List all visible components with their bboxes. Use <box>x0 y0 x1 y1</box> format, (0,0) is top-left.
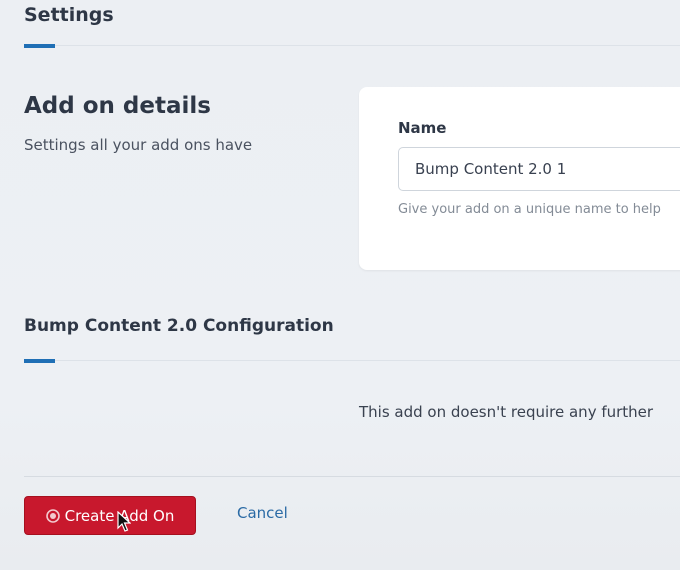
active-tab-indicator <box>24 44 55 48</box>
details-subtitle: Settings all your add ons have <box>24 136 253 154</box>
name-input[interactable] <box>398 147 680 191</box>
divider <box>24 45 680 46</box>
divider <box>24 360 680 361</box>
create-add-on-button[interactable]: Create Add On <box>24 496 196 535</box>
page: Settings Add on details Settings all you… <box>0 0 680 570</box>
settings-tab-title[interactable]: Settings <box>24 4 114 26</box>
no-configuration-message: This add on doesn't require any further <box>359 403 654 421</box>
footer-divider <box>24 476 680 477</box>
details-heading: Add on details <box>24 93 211 119</box>
settings-tab-underline <box>24 44 680 48</box>
record-icon <box>45 508 60 523</box>
configuration-heading: Bump Content 2.0 Configuration <box>24 316 334 336</box>
name-help-text: Give your add on a unique name to help <box>398 202 661 217</box>
cancel-link[interactable]: Cancel <box>237 504 288 522</box>
details-card: Name Give your add on a unique name to h… <box>359 87 680 270</box>
create-add-on-label: Create Add On <box>64 506 175 525</box>
section-indicator <box>24 359 55 363</box>
configuration-underline <box>24 359 680 363</box>
name-field-label: Name <box>398 119 447 137</box>
